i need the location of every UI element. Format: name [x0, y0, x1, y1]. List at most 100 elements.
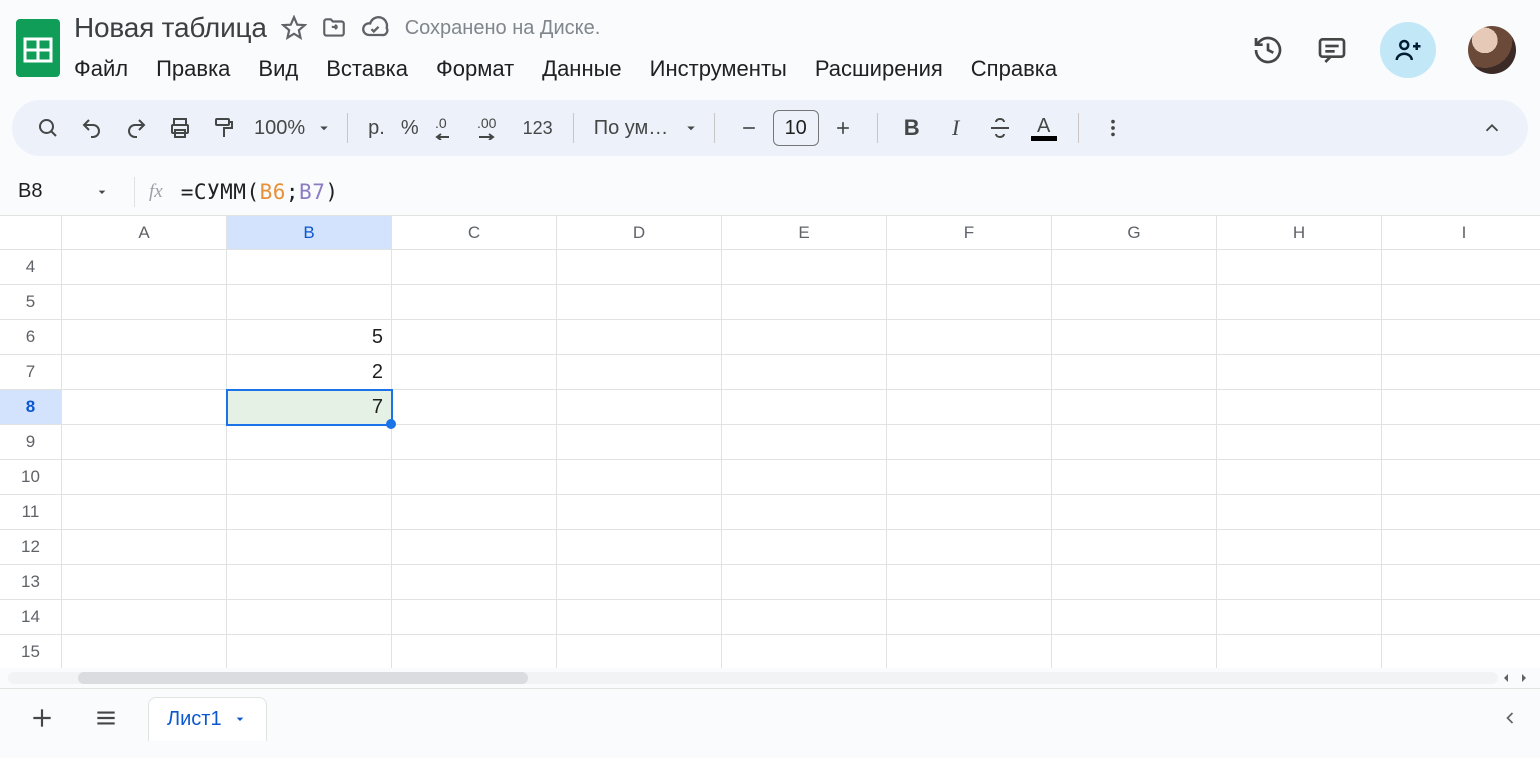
- cell[interactable]: [887, 390, 1052, 425]
- horizontal-scrollbar[interactable]: [0, 668, 1540, 688]
- cell[interactable]: [227, 495, 392, 530]
- cell[interactable]: [557, 530, 722, 565]
- cell[interactable]: [557, 565, 722, 600]
- history-icon[interactable]: [1252, 34, 1284, 66]
- cell[interactable]: [557, 495, 722, 530]
- paint-format-icon[interactable]: [204, 108, 244, 148]
- cell[interactable]: [887, 495, 1052, 530]
- cell[interactable]: [722, 460, 887, 495]
- collapse-toolbar-icon[interactable]: [1472, 108, 1512, 148]
- cell[interactable]: [722, 530, 887, 565]
- font-size-input[interactable]: 10: [773, 110, 819, 146]
- increase-font-size-button[interactable]: [823, 108, 863, 148]
- column-header[interactable]: F: [887, 216, 1052, 250]
- cell[interactable]: [1052, 495, 1217, 530]
- cell[interactable]: [1052, 460, 1217, 495]
- avatar[interactable]: [1468, 26, 1516, 74]
- cell[interactable]: [1217, 355, 1382, 390]
- sheet-tab[interactable]: Лист1: [148, 697, 267, 741]
- row-header[interactable]: 7: [0, 355, 62, 390]
- cell[interactable]: [1052, 635, 1217, 668]
- decrease-font-size-button[interactable]: [729, 108, 769, 148]
- cell[interactable]: [392, 565, 557, 600]
- cell[interactable]: [557, 460, 722, 495]
- add-sheet-button[interactable]: [20, 696, 64, 740]
- cell[interactable]: [62, 390, 227, 425]
- cell[interactable]: [62, 460, 227, 495]
- cell[interactable]: [227, 250, 392, 285]
- column-header[interactable]: E: [722, 216, 887, 250]
- cell[interactable]: [1217, 600, 1382, 635]
- cell[interactable]: [1382, 565, 1540, 600]
- cell[interactable]: [887, 250, 1052, 285]
- row-header[interactable]: 11: [0, 495, 62, 530]
- cell[interactable]: [62, 285, 227, 320]
- selection-handle[interactable]: [386, 419, 396, 429]
- cell[interactable]: [227, 460, 392, 495]
- cell[interactable]: [62, 250, 227, 285]
- row-header[interactable]: 5: [0, 285, 62, 320]
- column-header[interactable]: C: [392, 216, 557, 250]
- cell[interactable]: [722, 355, 887, 390]
- cell[interactable]: [392, 285, 557, 320]
- cell[interactable]: [62, 635, 227, 668]
- cell[interactable]: [722, 250, 887, 285]
- cell[interactable]: [62, 530, 227, 565]
- cell[interactable]: [1382, 530, 1540, 565]
- cell[interactable]: [722, 565, 887, 600]
- cell[interactable]: [62, 495, 227, 530]
- cell[interactable]: [1382, 285, 1540, 320]
- cell[interactable]: [1052, 355, 1217, 390]
- cell[interactable]: [62, 600, 227, 635]
- select-all-corner[interactable]: [0, 216, 62, 250]
- cell[interactable]: [722, 600, 887, 635]
- cell[interactable]: [557, 635, 722, 668]
- cell[interactable]: [392, 530, 557, 565]
- cell[interactable]: 2: [227, 355, 392, 390]
- sheets-logo[interactable]: [12, 12, 64, 84]
- cell[interactable]: [887, 285, 1052, 320]
- row-header[interactable]: 4: [0, 250, 62, 285]
- redo-icon[interactable]: [116, 108, 156, 148]
- column-header[interactable]: B: [227, 216, 392, 250]
- cell[interactable]: [722, 635, 887, 668]
- cell[interactable]: [887, 425, 1052, 460]
- undo-icon[interactable]: [72, 108, 112, 148]
- text-color-button[interactable]: A: [1024, 115, 1064, 141]
- cell[interactable]: [392, 425, 557, 460]
- cell[interactable]: [1052, 425, 1217, 460]
- font-family-dropdown[interactable]: По ум…: [588, 117, 700, 140]
- cell[interactable]: [392, 495, 557, 530]
- zoom-dropdown[interactable]: 100%: [248, 117, 333, 140]
- row-header[interactable]: 13: [0, 565, 62, 600]
- comments-icon[interactable]: [1316, 34, 1348, 66]
- cell[interactable]: [1382, 425, 1540, 460]
- menu-data[interactable]: Данные: [542, 56, 621, 82]
- cloud-saved-icon[interactable]: [361, 14, 389, 42]
- column-header[interactable]: D: [557, 216, 722, 250]
- cell[interactable]: [1052, 320, 1217, 355]
- cell[interactable]: [62, 565, 227, 600]
- menu-file[interactable]: Файл: [74, 56, 128, 82]
- cell[interactable]: [1217, 565, 1382, 600]
- cell[interactable]: [887, 355, 1052, 390]
- cell[interactable]: [1217, 320, 1382, 355]
- row-header[interactable]: 9: [0, 425, 62, 460]
- cell[interactable]: [1217, 495, 1382, 530]
- italic-button[interactable]: I: [936, 108, 976, 148]
- row-header[interactable]: 6: [0, 320, 62, 355]
- cell[interactable]: [392, 600, 557, 635]
- cell[interactable]: [1382, 635, 1540, 668]
- more-vert-icon[interactable]: [1093, 108, 1133, 148]
- cell[interactable]: [392, 460, 557, 495]
- cell[interactable]: [1217, 390, 1382, 425]
- cell[interactable]: [392, 355, 557, 390]
- cell[interactable]: [1382, 390, 1540, 425]
- cell[interactable]: [1217, 460, 1382, 495]
- cell[interactable]: 7: [227, 390, 392, 425]
- cell[interactable]: [557, 355, 722, 390]
- number-format-button[interactable]: 123: [517, 118, 559, 139]
- column-header[interactable]: A: [62, 216, 227, 250]
- search-icon[interactable]: [28, 108, 68, 148]
- menu-view[interactable]: Вид: [258, 56, 298, 82]
